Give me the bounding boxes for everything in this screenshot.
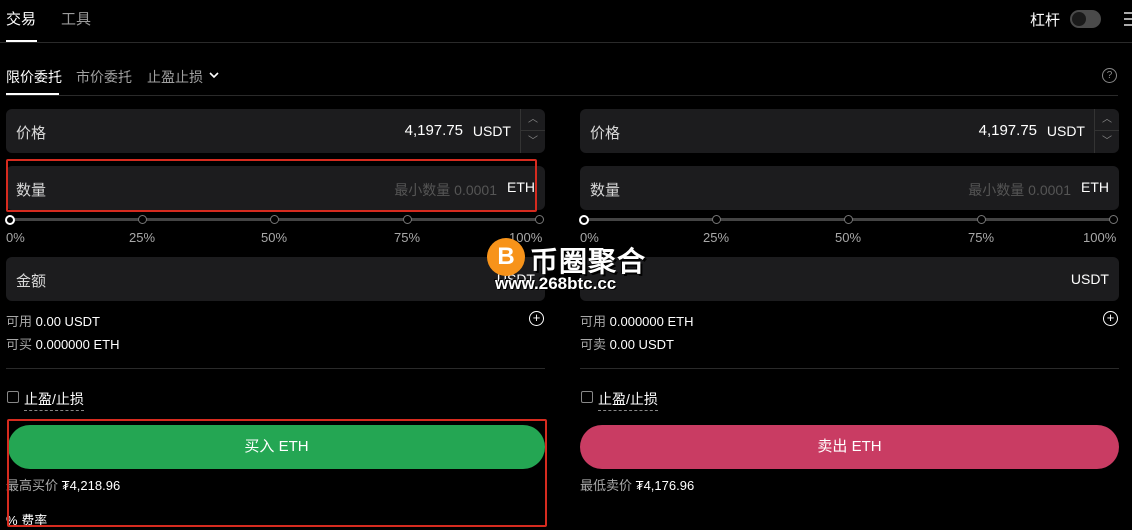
sell-quantity-unit: ETH <box>1081 179 1109 195</box>
sell-slider-label-25: 25% <box>703 230 730 245</box>
sell-best-price-value: ₮4,176.96 <box>635 478 695 493</box>
sell-can-sell-row: 可卖 0.00 USDT <box>580 334 674 353</box>
buy-amount-label: 金额 <box>16 273 47 290</box>
sell-price-label: 价格 <box>590 125 621 142</box>
menu-icon[interactable] <box>1124 12 1132 26</box>
sell-slider-label-100: 100% <box>1083 230 1117 245</box>
order-tabs-divider <box>6 95 1118 96</box>
buy-available-label: 可用 <box>6 314 33 329</box>
tab-limit-order[interactable]: 限价委托 <box>6 67 62 87</box>
buy-price-label: 价格 <box>16 125 47 142</box>
buy-slider-label-25: 25% <box>129 230 156 245</box>
sell-available-row: 可用 0.000000 ETH <box>580 311 693 330</box>
sell-slider-tick-25[interactable] <box>712 215 721 224</box>
stepper-up-icon[interactable]: ︿ <box>1095 109 1119 131</box>
tab-tpsl-order[interactable]: 止盈止损 <box>147 67 203 87</box>
buy-slider-tick-100[interactable] <box>535 215 544 224</box>
watermark-url: www.268btc.cc <box>495 274 617 293</box>
buy-amount-field[interactable]: 金额 USDT <box>6 257 545 301</box>
sell-quantity-label: 数量 <box>590 182 621 199</box>
sell-amount-unit: USDT <box>1070 271 1109 287</box>
sell-price-stepper[interactable]: ︿ ﹀ <box>1094 109 1119 153</box>
buy-slider-tick-75[interactable] <box>403 215 412 224</box>
buy-price-field[interactable]: 价格 4,197.75 USDT ︿ ﹀ <box>6 109 545 153</box>
buy-price-stepper[interactable]: ︿ ﹀ <box>520 109 545 153</box>
sell-can-sell-label: 可卖 <box>580 337 607 352</box>
buy-tpsl-label[interactable]: 止盈/止损 <box>24 389 84 411</box>
help-icon[interactable]: ? <box>1102 68 1117 83</box>
tab-tools[interactable]: 工具 <box>61 8 91 29</box>
buy-tpsl-checkbox[interactable] <box>7 391 19 403</box>
sell-available-label: 可用 <box>580 314 607 329</box>
chevron-down-icon[interactable] <box>208 70 220 80</box>
sell-price-unit: USDT <box>1046 123 1085 139</box>
tab-market-order[interactable]: 市价委托 <box>76 67 132 87</box>
sell-price-field[interactable]: 价格 4,197.75 USDT ︿ ﹀ <box>580 109 1119 153</box>
sell-tpsl-label[interactable]: 止盈/止损 <box>598 389 658 411</box>
buy-deposit-plus-icon[interactable]: + <box>529 311 544 326</box>
sell-quantity-field[interactable]: 数量 最小数量 0.0001 ETH <box>580 166 1119 210</box>
sell-slider-label-75: 75% <box>968 230 995 245</box>
top-divider <box>0 42 1132 43</box>
buy-price-unit: USDT <box>472 123 511 139</box>
sell-section-divider <box>580 368 1119 369</box>
sell-eth-button[interactable]: 卖出 ETH <box>580 425 1119 469</box>
leverage-label: 杠杆 <box>1030 12 1061 29</box>
sell-slider-handle[interactable] <box>579 215 589 225</box>
buy-slider-handle[interactable] <box>5 215 15 225</box>
leverage-toggle[interactable] <box>1070 10 1101 28</box>
buy-available-row: 可用 0.00 USDT <box>6 311 100 330</box>
buy-can-buy-value: 0.000000 ETH <box>35 337 120 352</box>
stepper-down-icon[interactable]: ﹀ <box>1095 131 1119 153</box>
sell-tpsl-checkbox[interactable] <box>581 391 593 403</box>
buy-section-divider <box>6 368 545 369</box>
buy-slider-label-75: 75% <box>394 230 421 245</box>
buy-available-value: 0.00 USDT <box>35 314 100 329</box>
sell-best-price-row: 最低卖价 ₮4,176.96 <box>580 475 694 494</box>
sell-amount-field[interactable]: USDT <box>580 257 1119 301</box>
buy-slider-label-50: 50% <box>261 230 288 245</box>
sell-slider-tick-50[interactable] <box>844 215 853 224</box>
buy-slider-label-0: 0% <box>6 230 25 245</box>
sell-deposit-plus-icon[interactable]: + <box>1103 311 1118 326</box>
buy-can-buy-row: 可买 0.000000 ETH <box>6 334 119 353</box>
buy-can-buy-label: 可买 <box>6 337 33 352</box>
sell-best-price-label: 最低卖价 <box>580 478 633 493</box>
sell-slider-tick-100[interactable] <box>1109 215 1118 224</box>
sell-quantity-placeholder[interactable]: 最小数量 0.0001 <box>968 180 1071 200</box>
highlight-box-quantity <box>6 159 537 212</box>
highlight-box-buy-action <box>7 419 547 527</box>
sell-slider-label-50: 50% <box>835 230 862 245</box>
buy-slider-tick-50[interactable] <box>270 215 279 224</box>
sell-price-value[interactable]: 4,197.75 <box>979 122 1037 139</box>
sell-can-sell-value: 0.00 USDT <box>609 337 674 352</box>
watermark-bitcoin-logo-icon: B <box>487 238 525 276</box>
buy-slider-tick-25[interactable] <box>138 215 147 224</box>
sell-available-value: 0.000000 ETH <box>609 314 694 329</box>
buy-price-value[interactable]: 4,197.75 <box>405 122 463 139</box>
tab-trade[interactable]: 交易 <box>6 8 36 29</box>
toggle-knob <box>1072 12 1086 26</box>
stepper-up-icon[interactable]: ︿ <box>521 109 545 131</box>
stepper-down-icon[interactable]: ﹀ <box>521 131 545 153</box>
sell-slider-tick-75[interactable] <box>977 215 986 224</box>
